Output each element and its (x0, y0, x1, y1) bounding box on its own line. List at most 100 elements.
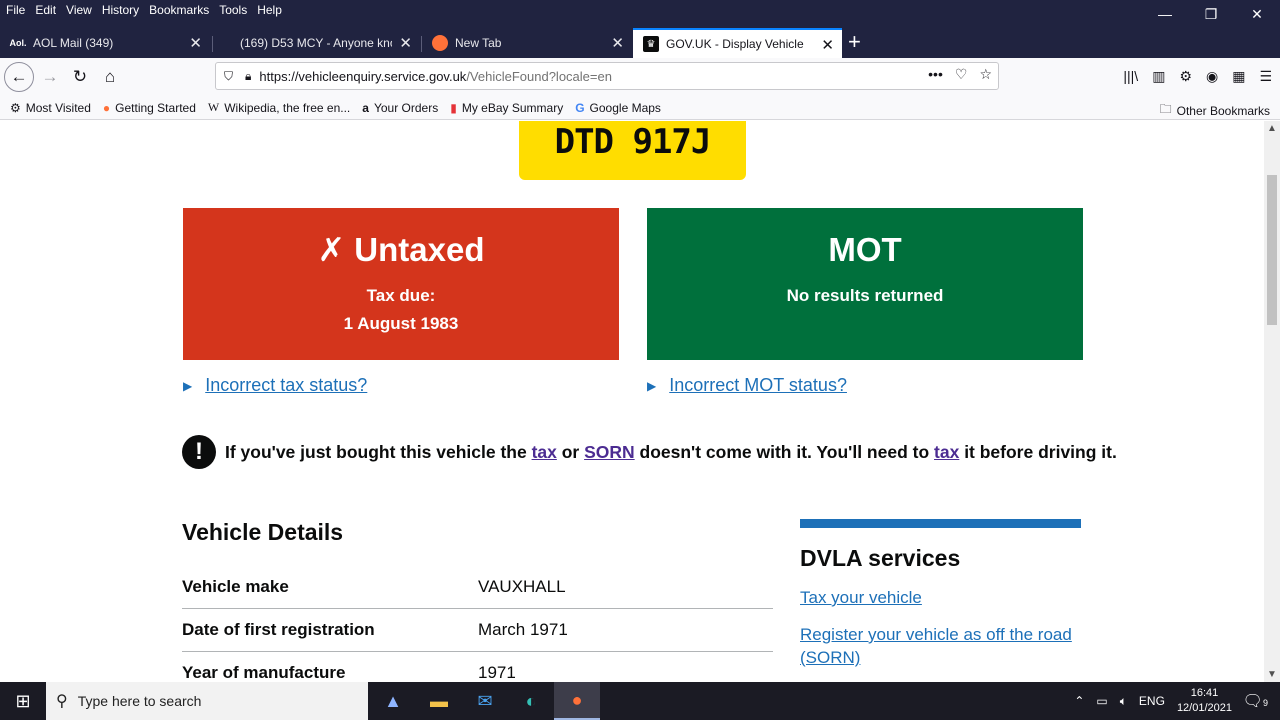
notification-icon[interactable]: 🗨︎9 (1243, 691, 1268, 711)
bookmark-label: Most Visited (25, 100, 91, 115)
close-icon[interactable]: ✕ (399, 34, 412, 52)
maximize-icon[interactable]: ❐ (1188, 0, 1234, 28)
windows-start-icon[interactable]: ⊞ (0, 682, 46, 720)
mot-status-heading: MOT (828, 231, 902, 268)
mot-status-panel: MOT No results returned (647, 208, 1083, 360)
address-bar[interactable]: ⛉ 🔒︎ https://vehicleenquiry.service.gov.… (215, 62, 999, 90)
menu-tools[interactable]: Tools (219, 3, 247, 17)
tab-forum[interactable]: (169) D53 MCY - Anyone know ✕ (230, 28, 420, 58)
account-icon[interactable]: ◉ (1206, 68, 1218, 85)
tab-aol-mail[interactable]: Aol. AOL Mail (349) ✕ (0, 28, 210, 58)
bookmark-label: Other Bookmarks (1176, 103, 1270, 118)
mot-result: No results returned (786, 286, 944, 305)
volume-icon[interactable]: 🔈︎ (1120, 694, 1127, 709)
menu-edit[interactable]: Edit (35, 3, 56, 17)
clock-date: 12/01/2021 (1176, 702, 1232, 714)
incorrect-tax-link[interactable]: ▶ Incorrect tax status? (183, 375, 367, 396)
bookmark-star-icon[interactable]: ☆ (979, 66, 992, 83)
tax-link[interactable]: tax (532, 442, 557, 462)
tax-status-heading: ✗ Untaxed (317, 231, 485, 268)
sorn-register-link[interactable]: Register your vehicle as off the road (S… (800, 623, 1081, 669)
google-icon: G (575, 100, 585, 115)
url-path: /VehicleFound?locale=en (466, 68, 612, 84)
close-icon[interactable]: ✕ (189, 34, 202, 52)
home-icon[interactable]: ⌂ (96, 64, 124, 90)
shield-icon[interactable]: ⛉ (224, 69, 233, 84)
hamburger-menu-icon[interactable]: ☰ (1259, 68, 1272, 85)
lock-icon[interactable]: 🔒︎ (245, 69, 251, 84)
tab-title: New Tab (455, 36, 502, 50)
incorrect-mot-link[interactable]: ▶ Incorrect MOT status? (647, 375, 847, 396)
bookmark-ebay-summary[interactable]: ▮ My eBay Summary (450, 101, 563, 115)
back-arrow-icon[interactable]: ← (4, 62, 34, 92)
new-tab-plus-icon[interactable]: + (848, 30, 861, 54)
menu-help[interactable]: Help (257, 3, 282, 17)
system-tray: ⌃ ▭ 🔈︎ ENG 16:41 12/01/2021 (1074, 682, 1232, 720)
forward-arrow-icon[interactable]: → (36, 64, 64, 90)
bookmark-google-maps[interactable]: G Google Maps (575, 101, 661, 115)
tax-your-vehicle-link[interactable]: Tax your vehicle (800, 586, 1081, 609)
table-row: Year of manufacture 1971 (182, 652, 773, 682)
browser-titlebar: File Edit View History Bookmarks Tools H… (0, 0, 1280, 62)
bookmark-label: Wikipedia, the free en... (224, 100, 351, 115)
tab-govuk[interactable]: ♛ GOV.UK - Display Vehicle ✕ (633, 28, 842, 58)
scroll-up-icon[interactable]: ▲ (1267, 123, 1277, 134)
taskbar-app-icon[interactable]: ▲ (370, 682, 416, 720)
text: If you've just bought this vehicle the (225, 441, 532, 462)
tax-due-label: Tax due: (366, 286, 436, 305)
text: it before driving it. (959, 441, 1117, 462)
bookmark-wikipedia[interactable]: W Wikipedia, the free en... (208, 100, 350, 115)
file-explorer-icon[interactable]: ▬ (416, 682, 462, 720)
bookmark-getting-started[interactable]: ● Getting Started (103, 101, 196, 115)
bookmarks-bar: ⚙ Most Visited ● Getting Started W Wikipedi… (0, 96, 1280, 120)
library-icon[interactable]: |||\ (1123, 68, 1138, 85)
bookmark-most-visited[interactable]: ⚙ Most Visited (10, 101, 91, 115)
other-bookmarks[interactable]: 🗀 Other Bookmarks (1160, 100, 1270, 121)
pocket-icon[interactable]: ♡ (955, 66, 968, 83)
amazon-icon: a (362, 100, 369, 115)
mail-icon[interactable]: ✉ (462, 682, 508, 720)
tax-status-panel: ✗ Untaxed Tax due: 1 August 1983 (183, 208, 619, 360)
row-value: March 1971 (478, 620, 568, 639)
sidebar-icon[interactable]: ▥ (1152, 68, 1165, 85)
firefox-icon[interactable]: ● (554, 682, 600, 720)
edge-icon[interactable]: ◐ (508, 682, 554, 720)
number-plate: DTD 917J (519, 121, 746, 180)
close-icon[interactable]: ✕ (611, 34, 624, 52)
scrollbar-thumb[interactable] (1267, 175, 1277, 325)
language-indicator[interactable]: ENG (1139, 694, 1165, 708)
triangle-right-icon: ▶ (647, 378, 657, 393)
tax-link[interactable]: tax (934, 442, 959, 462)
scroll-down-icon[interactable]: ▼ (1267, 669, 1277, 680)
chevron-up-icon[interactable]: ⌃ (1074, 694, 1084, 708)
extension-icon[interactable]: ⚙ (1179, 68, 1192, 85)
extensions-puzzle-icon[interactable]: ▦ (1232, 68, 1245, 85)
dvla-services-panel: DVLA services Tax your vehicle Register … (800, 519, 1081, 669)
menu-view[interactable]: View (66, 3, 92, 17)
toolbar-right: |||\ ▥ ⚙ ◉ ▦ ☰ (1123, 68, 1272, 85)
tab-separator (212, 36, 213, 52)
bookmark-your-orders[interactable]: a Your Orders (362, 101, 438, 115)
clock[interactable]: 16:41 12/01/2021 (1177, 686, 1232, 716)
row-key: Date of first registration (182, 620, 375, 639)
page-scrollbar[interactable]: ▲ ▼ (1264, 121, 1280, 682)
close-icon[interactable]: ✕ (821, 36, 834, 54)
menu-bookmarks[interactable]: Bookmarks (149, 3, 209, 17)
bookmark-label: Getting Started (115, 100, 196, 115)
menu-history[interactable]: History (102, 3, 139, 17)
row-key: Vehicle make (182, 577, 289, 596)
sorn-link[interactable]: SORN (584, 442, 635, 462)
nav-toolbar: ← → ↻ ⌂ ⛉ 🔒︎ https://vehicleenquiry.serv… (0, 58, 1280, 96)
page-actions-icon[interactable]: ••• (928, 66, 943, 83)
gear-icon: ⚙ (10, 100, 21, 115)
bookmark-label: Your Orders (373, 100, 439, 115)
minimize-icon[interactable]: — (1142, 0, 1188, 28)
firefox-icon: ● (102, 100, 111, 115)
network-icon[interactable]: ▭ (1096, 694, 1107, 708)
menu-file[interactable]: File (6, 3, 25, 17)
taskbar-search[interactable]: ⚲ Type here to search (46, 682, 368, 720)
close-window-icon[interactable]: ✕ (1234, 0, 1280, 28)
reload-icon[interactable]: ↻ (66, 64, 94, 90)
page-viewport: DTD 917J ✗ Untaxed Tax due: 1 August 198… (0, 121, 1264, 682)
tab-new-tab[interactable]: New Tab ✕ (422, 28, 632, 58)
